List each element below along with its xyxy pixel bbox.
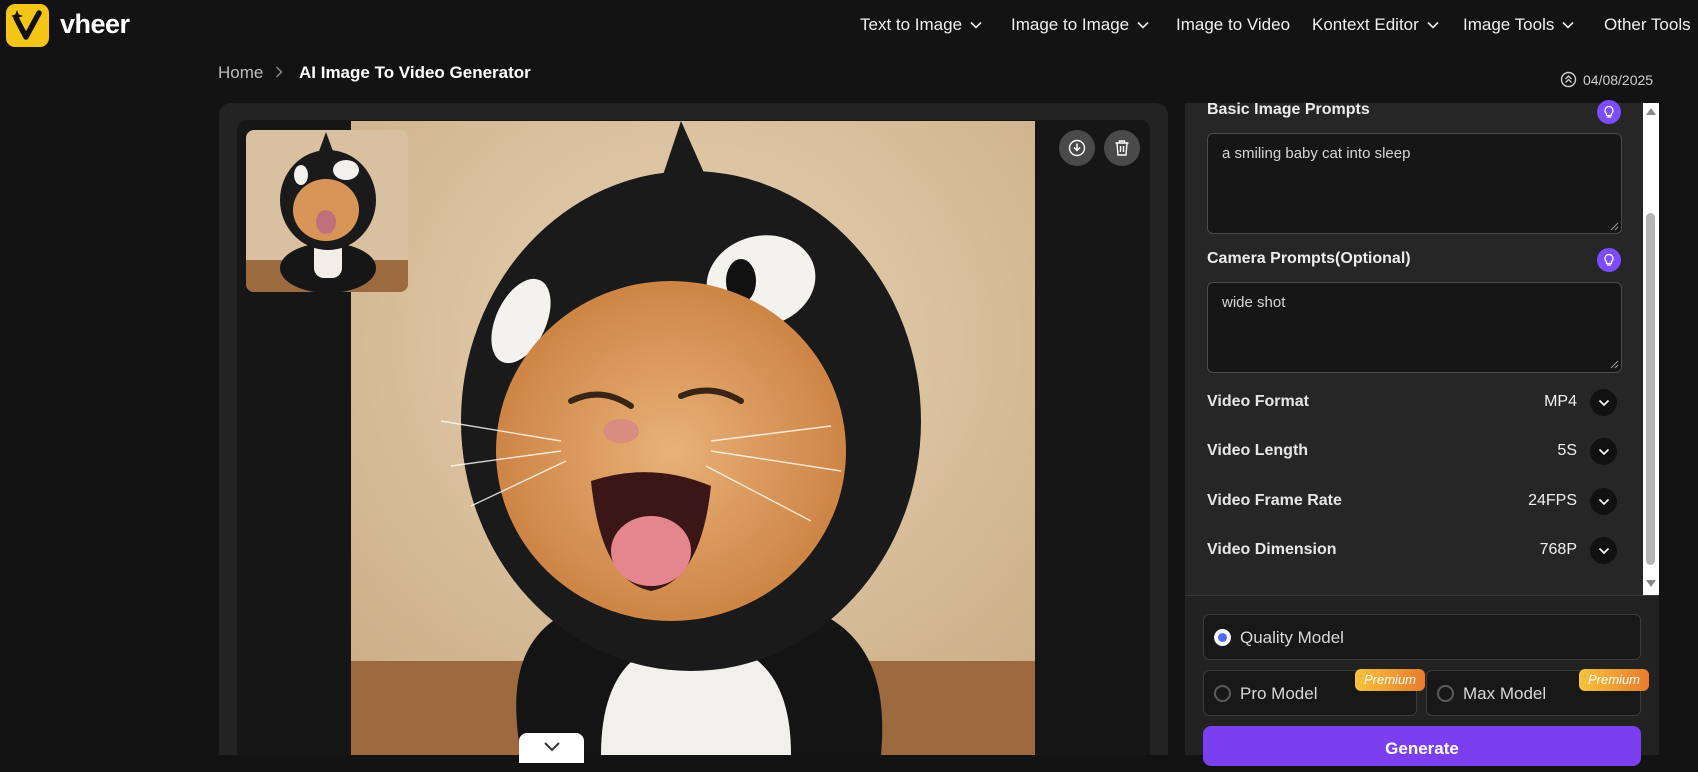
chevron-down-icon: [543, 742, 560, 752]
brand-name[interactable]: vheer: [60, 9, 130, 40]
thumbnail-image[interactable]: [246, 130, 408, 292]
video-dimension-label: Video Dimension: [1207, 541, 1337, 558]
scroll-down-arrow-icon[interactable]: [1644, 578, 1658, 590]
breadcrumb-home[interactable]: Home: [218, 63, 263, 83]
vheer-logo[interactable]: [6, 4, 49, 47]
video-format-label: Video Format: [1207, 393, 1309, 410]
quality-model-option[interactable]: Quality Model: [1203, 614, 1641, 660]
max-model-label: Max Model: [1463, 684, 1547, 703]
video-length-label: Video Length: [1207, 442, 1309, 459]
lightbulb-icon: [1604, 105, 1614, 118]
chevron-down-icon: [1598, 399, 1609, 406]
nav-image-to-image[interactable]: Image to Image: [1011, 15, 1149, 35]
scrollbar-thumb[interactable]: [1646, 213, 1655, 565]
resize-grip-icon[interactable]: [1610, 360, 1619, 369]
download-button[interactable]: [1059, 130, 1095, 166]
chevron-down-icon: [1598, 498, 1609, 505]
chevron-down-icon: [1598, 547, 1609, 554]
camera-prompt-idea-button[interactable]: [1597, 248, 1621, 272]
camera-prompt-input[interactable]: wide shot: [1207, 282, 1622, 373]
video-dimension-dropdown[interactable]: [1590, 537, 1617, 564]
nav-label: Image to Video: [1176, 15, 1291, 34]
video-format-value[interactable]: MP4: [1497, 393, 1577, 411]
nav-label: Image to Image: [1011, 15, 1130, 34]
download-icon: [1068, 139, 1086, 157]
breadcrumb-chevron-icon: [275, 66, 283, 78]
chevron-down-icon: [1427, 21, 1439, 29]
nav-text-to-image[interactable]: Text to Image: [860, 15, 982, 35]
quality-model-radio[interactable]: [1214, 629, 1231, 646]
max-model-radio[interactable]: [1437, 685, 1454, 702]
nav-label: Image Tools: [1463, 15, 1555, 34]
nav-image-tools[interactable]: Image Tools: [1463, 15, 1574, 35]
generate-button[interactable]: Generate: [1203, 726, 1641, 766]
quality-model-label: Quality Model: [1240, 628, 1344, 647]
basic-prompt-label: Basic Image Prompts: [1207, 101, 1370, 118]
nav-label: Text to Image: [860, 15, 963, 34]
update-date: 04/08/2025: [1560, 71, 1653, 88]
pro-premium-badge: Premium: [1355, 669, 1426, 691]
resize-grip-icon[interactable]: [1610, 222, 1619, 231]
scroll-up-arrow-icon[interactable]: [1644, 105, 1658, 117]
video-frame-rate-dropdown[interactable]: [1590, 488, 1617, 515]
chevron-down-icon: [1598, 448, 1609, 455]
top-header: vheer Text to Image Image to Image Image…: [0, 0, 1698, 50]
logo-v-icon: [11, 10, 42, 40]
panel-divider: [1185, 595, 1659, 596]
collapse-toggle[interactable]: [519, 733, 584, 763]
nav-image-to-video[interactable]: Image to Video: [1176, 15, 1290, 35]
trash-icon: [1115, 140, 1129, 156]
chevron-down-icon: [1137, 21, 1149, 29]
max-premium-badge: Premium: [1579, 669, 1650, 691]
basic-prompt-idea-button[interactable]: [1597, 100, 1621, 124]
uploaded-image-preview: [351, 121, 1035, 755]
clock-up-icon: [1560, 71, 1577, 88]
chevron-down-icon: [970, 21, 982, 29]
video-dimension-value[interactable]: 768P: [1497, 541, 1577, 559]
nav-other-tools[interactable]: Other Tools: [1604, 15, 1691, 35]
pro-model-radio[interactable]: [1214, 685, 1231, 702]
chevron-down-icon: [1562, 21, 1574, 29]
breadcrumb-current: AI Image To Video Generator: [299, 63, 531, 82]
delete-button[interactable]: [1104, 130, 1140, 166]
basic-prompt-input[interactable]: a smiling baby cat into sleep: [1207, 133, 1622, 234]
pro-model-label: Pro Model: [1240, 684, 1318, 703]
video-length-value[interactable]: 5S: [1497, 442, 1577, 460]
lightbulb-icon: [1604, 253, 1614, 266]
video-length-dropdown[interactable]: [1590, 438, 1617, 465]
date-text: 04/08/2025: [1583, 71, 1654, 88]
video-frame-rate-value[interactable]: 24FPS: [1497, 492, 1577, 510]
nav-kontext-editor[interactable]: Kontext Editor: [1312, 15, 1439, 35]
video-frame-rate-label: Video Frame Rate: [1207, 492, 1342, 509]
nav-label: Other Tools: [1604, 15, 1691, 34]
camera-prompt-label: Camera Prompts(Optional): [1207, 250, 1411, 267]
nav-label: Kontext Editor: [1312, 15, 1419, 34]
video-format-dropdown[interactable]: [1590, 389, 1617, 416]
